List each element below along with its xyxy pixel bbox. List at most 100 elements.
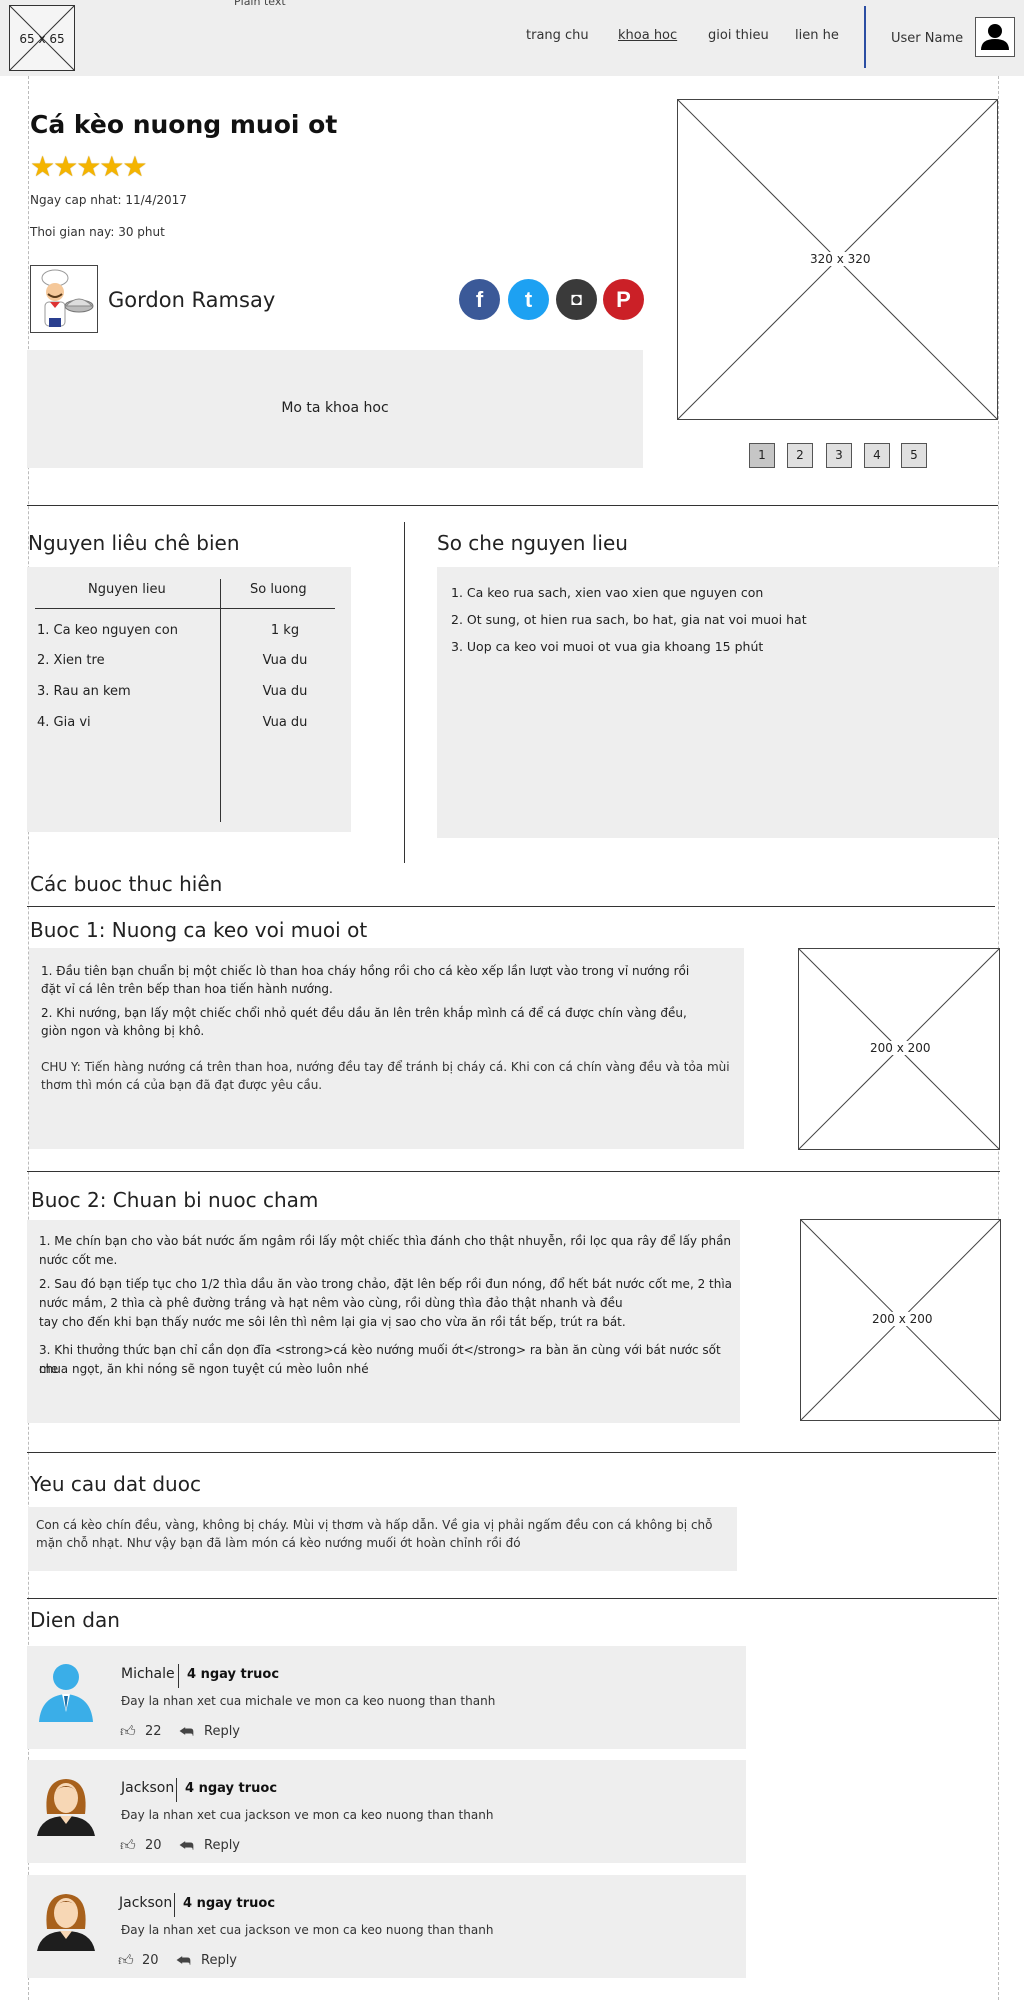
prep-heading: So che nguyen lieu [437, 531, 628, 555]
section-divider [27, 1598, 997, 1599]
chef-icon [41, 269, 94, 327]
recipe-title: Cá kèo nuong muoi ot [30, 110, 338, 139]
prep-step: 2. Ot sung, ot hien rua sach, bo hat, gi… [451, 612, 807, 627]
cook-time: Thoi gian nay: 30 phut [30, 225, 165, 239]
step2-text: tay cho đến khi bạn thấy nước me sôi lên… [39, 1315, 626, 1329]
comment-author[interactable]: Jackson [119, 1895, 172, 1911]
male-avatar-icon [39, 1664, 93, 1722]
comment-separator [176, 1778, 177, 1802]
like-count: 20 [142, 1953, 159, 1968]
instagram-share-icon[interactable]: ◘ [556, 279, 597, 320]
requirement-heading: Yeu cau dat duoc [30, 1472, 201, 1496]
requirement-text: Con cá kèo chín đều, vàng, không bị cháy… [36, 1518, 713, 1532]
forum-heading: Dien dan [30, 1608, 120, 1632]
hero-image-label: 320 x 320 [809, 252, 872, 266]
comment-text: Đay la nhan xet cua michale ve mon ca ke… [121, 1694, 496, 1708]
section-divider [27, 505, 998, 506]
reply-icon[interactable]: ⮪ [176, 1951, 191, 1971]
requirement-text: mặn chỗ nhạt. Như vậy bạn đã làm món cá … [36, 1536, 521, 1550]
column-divider [404, 522, 405, 863]
ingredient-qty: Vua du [262, 653, 308, 668]
step2-text: chua ngọt, ăn khi nóng sẽ ngon tuyệt cú … [39, 1362, 369, 1376]
step2-image-placeholder[interactable]: 200 x 200 [800, 1219, 1001, 1421]
image-page-2[interactable]: 2 [787, 443, 813, 468]
like-count: 20 [145, 1838, 162, 1853]
user-name[interactable]: User Name [891, 31, 963, 46]
comment-text: Đay la nhan xet cua jackson ve mon ca ke… [121, 1808, 494, 1822]
ingredient-qty: Vua du [262, 684, 308, 699]
logo-placeholder[interactable]: 65 x 65 [9, 5, 75, 71]
step1-text: 2. Khi nướng, bạn lấy một chiếc chổi nhỏ… [41, 1006, 687, 1020]
reply-link[interactable]: Reply [204, 1838, 240, 1853]
image-page-4[interactable]: 4 [864, 443, 890, 468]
user-avatar-button[interactable] [975, 17, 1015, 57]
comment-time: 4 ngay truoc [183, 1896, 276, 1911]
ingredients-col-qty-header: So luong [250, 582, 307, 597]
chef-name[interactable]: Gordon Ramsay [108, 288, 275, 312]
step2-image-label: 200 x 200 [871, 1312, 934, 1326]
image-page-1[interactable]: 1 [749, 443, 775, 468]
section-divider [27, 1171, 1000, 1172]
prep-step: 1. Ca keo rua sach, xien vao xien que ng… [451, 585, 764, 600]
step2-text: 2. Sau đó bạn tiếp tục cho 1/2 thìa dầu … [39, 1277, 733, 1291]
twitter-share-icon[interactable]: t [508, 279, 549, 320]
thumbs-up-icon[interactable]: 👍︎ [120, 1722, 136, 1741]
procedure-heading: Các buoc thuc hiên [30, 872, 223, 896]
step2-text: nước mắm, 2 thìa cà phê đường trắng và h… [39, 1296, 623, 1310]
ingredients-col-name-header: Nguyen lieu [88, 582, 166, 597]
nav-trang-chu[interactable]: trang chu [526, 28, 589, 43]
course-description: Mo ta khoa hoc [281, 400, 389, 416]
comment-author[interactable]: Jackson [121, 1780, 174, 1796]
plain-text-label: Plain text [234, 0, 286, 8]
thumbs-up-icon[interactable]: 👍︎ [118, 1951, 134, 1970]
course-description-box: Mo ta khoa hoc [27, 350, 643, 468]
step1-image-label: 200 x 200 [869, 1041, 932, 1055]
nav-khoa-hoc[interactable]: khoa hoc [618, 28, 677, 43]
prep-steps-box: 1. Ca keo rua sach, xien vao xien que ng… [437, 567, 999, 838]
step1-content-box: 1. Đầu tiên bạn chuẩn bị một chiếc lò th… [29, 948, 744, 1149]
thumbs-up-icon[interactable]: 👍︎ [120, 1836, 136, 1855]
comment-item: Michale 4 ngay truoc Đay la nhan xet cua… [27, 1646, 746, 1749]
step1-text: giòn ngon và không bị khô. [41, 1024, 205, 1038]
ingredients-table: Nguyen lieu So luong 1. Ca keo nguyen co… [27, 567, 351, 832]
step2-text: 1. Me chín bạn cho vào bát nước ấm ngâm … [39, 1234, 732, 1248]
user-icon [981, 24, 1009, 50]
ingredient-name: 4. Gia vi [37, 715, 91, 730]
nav-gioi-thieu[interactable]: gioi thieu [708, 28, 769, 43]
step1-title: Buoc 1: Nuong ca keo voi muoi ot [30, 918, 368, 942]
ingredient-name: 2. Xien tre [37, 653, 105, 668]
comment-item: Jackson 4 ngay truoc Đay la nhan xet cua… [27, 1875, 746, 1978]
reply-link[interactable]: Reply [204, 1724, 240, 1739]
ingredient-name: 3. Rau an kem [37, 684, 131, 699]
ingredients-column-rule [220, 579, 221, 822]
step1-text: đặt vỉ cá lên trên bếp than hoa tiến hàn… [41, 982, 333, 996]
section-divider [27, 1452, 996, 1453]
female-avatar-icon [37, 1894, 95, 1951]
pinterest-share-icon[interactable]: P [603, 279, 644, 320]
section-divider [27, 906, 995, 907]
nav-divider [864, 6, 866, 68]
image-page-5[interactable]: 5 [901, 443, 927, 468]
chef-avatar [30, 265, 98, 333]
ingredients-header-rule [35, 608, 335, 609]
updated-date: Ngay cap nhat: 11/4/2017 [30, 193, 187, 207]
step1-note: thơm thì món cá của bạn đã đạt được yêu … [41, 1078, 323, 1092]
comment-author[interactable]: Michale [121, 1666, 175, 1682]
reply-icon[interactable]: ⮪ [179, 1722, 194, 1742]
step2-text: nước cốt me. [39, 1253, 118, 1267]
facebook-share-icon[interactable]: f [459, 279, 500, 320]
nav-lien-he[interactable]: lien he [795, 28, 839, 43]
step1-note: CHU Y: Tiến hàng nướng cá trên than hoa,… [41, 1060, 730, 1074]
header-bar [0, 0, 1024, 76]
step1-image-placeholder[interactable]: 200 x 200 [798, 948, 1000, 1150]
image-page-3[interactable]: 3 [826, 443, 852, 468]
reply-link[interactable]: Reply [201, 1953, 237, 1968]
reply-icon[interactable]: ⮪ [179, 1836, 194, 1856]
hero-image-placeholder[interactable]: 320 x 320 [677, 99, 998, 420]
comment-separator [178, 1664, 179, 1688]
comment-time: 4 ngay truoc [185, 1781, 278, 1796]
step1-text: 1. Đầu tiên bạn chuẩn bị một chiếc lò th… [41, 964, 690, 978]
comment-separator [174, 1893, 175, 1917]
step2-content-box: 1. Me chín bạn cho vào bát nước ấm ngâm … [27, 1220, 740, 1423]
rating-stars: ★★★★★ [30, 150, 148, 183]
